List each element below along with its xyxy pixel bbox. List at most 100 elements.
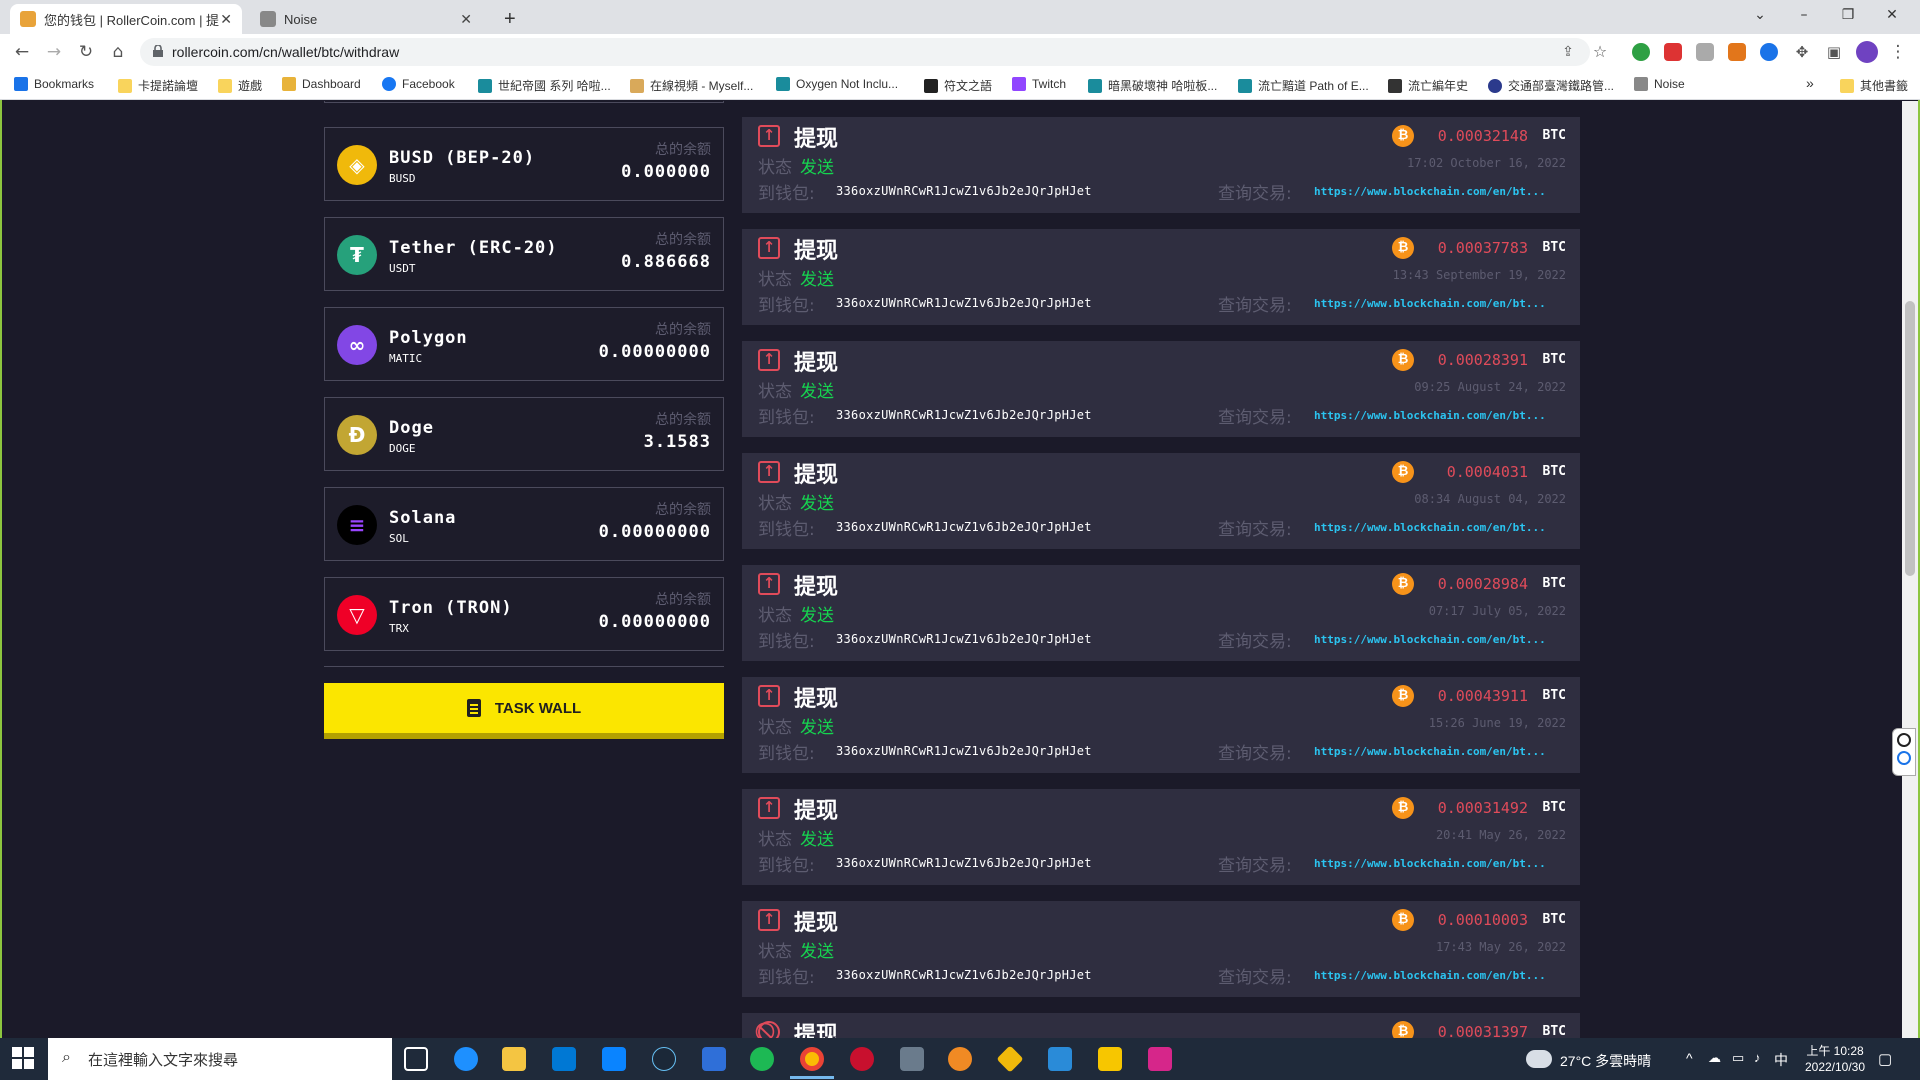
bookmark-item[interactable]: 交通部臺灣鐵路管... (1488, 77, 1614, 94)
tab-noise[interactable]: Noise ✕ (250, 4, 482, 34)
chrome-icon[interactable] (800, 1047, 824, 1071)
close-window-button[interactable]: ✕ (1870, 0, 1914, 30)
currency-label: BTC (1542, 240, 1566, 255)
store-icon[interactable] (552, 1047, 576, 1071)
new-tab-button[interactable]: + (494, 4, 526, 34)
metamask-icon[interactable] (1728, 43, 1746, 61)
coin-card-usdt[interactable]: ₮ Tether (ERC-20) USDT 总的余额 0.886668 (324, 217, 724, 291)
withdraw-arrow-icon: ↑ (758, 685, 780, 707)
forward-icon[interactable]: → (42, 40, 66, 64)
extension-green-icon[interactable] (1632, 43, 1650, 61)
wallet-address: 336oxzUWnRCwR1JcwZ1v6Jb2eJQrJpHJet (836, 744, 1092, 758)
ime-indicator[interactable]: 中 (1774, 1050, 1788, 1070)
reload-icon[interactable]: ↻ (74, 40, 98, 64)
windows-taskbar: ⌕ 在這裡輸入文字來搜尋 27°C 多雲時晴 ^ ☁ ▭ ♪ 中 上午 10:2… (0, 1038, 1920, 1080)
pink-app-icon[interactable] (1148, 1047, 1172, 1071)
bookmark-item[interactable]: 在線視頻 - Myself... (630, 77, 753, 94)
windows-start-icon[interactable] (12, 1047, 36, 1071)
more-bookmarks-icon[interactable]: » (1806, 75, 1814, 91)
blue-app-icon[interactable] (1048, 1047, 1072, 1071)
file-explorer-icon[interactable] (502, 1047, 526, 1071)
tab-search-icon[interactable]: ⌄ (1738, 0, 1782, 30)
menu-dots-icon[interactable]: ⋮ (1886, 40, 1910, 64)
blockchain-link[interactable]: https://www.blockchain.com/en/bt... (1314, 969, 1546, 982)
extension-red-icon[interactable] (1664, 43, 1682, 61)
back-icon[interactable]: ← (10, 40, 34, 64)
bookmark-item[interactable]: 卡提諾論壇 (118, 77, 198, 94)
wallet-address: 336oxzUWnRCwR1JcwZ1v6Jb2eJQrJpHJet (836, 856, 1092, 870)
onedrive-icon[interactable]: ☁ (1708, 1050, 1721, 1066)
spotify-icon[interactable] (750, 1047, 774, 1071)
mail-icon[interactable] (602, 1047, 626, 1071)
bookmark-item[interactable]: 世紀帝國 系列 哈啦... (478, 77, 611, 94)
query-label: 查询交易: (1218, 744, 1292, 764)
home-icon[interactable]: ⌂ (106, 40, 130, 64)
task-view-icon[interactable] (404, 1047, 428, 1071)
restore-button[interactable]: ❐ (1826, 0, 1870, 30)
bookmark-item[interactable]: Facebook (382, 77, 455, 91)
close-tab-icon[interactable]: ✕ (220, 11, 232, 28)
steam-icon[interactable] (652, 1047, 676, 1071)
minimize-button[interactable]: – (1782, 0, 1826, 30)
coin-card-doge[interactable]: Ð Doge DOGE 总的余额 3.1583 (324, 397, 724, 471)
orange-app-icon[interactable] (948, 1047, 972, 1071)
bookmark-item[interactable]: Twitch (1012, 77, 1066, 91)
bookmark-item[interactable]: Oxygen Not Inclu... (776, 77, 898, 91)
bookmark-item[interactable]: 暗黑破壞神 哈啦板... (1088, 77, 1217, 94)
page-scrollbar[interactable] (1902, 101, 1918, 1038)
bookmark-item[interactable]: 符文之語 (924, 77, 992, 94)
status-label: 状态 (758, 158, 792, 178)
side-widget[interactable] (1892, 728, 1916, 776)
network-icon[interactable]: ▭ (1732, 1050, 1744, 1066)
calculator-icon[interactable] (900, 1047, 924, 1071)
task-wall-button[interactable]: TASK WALL (324, 683, 724, 739)
extension-blue-icon[interactable] (1760, 43, 1778, 61)
extensions-puzzle-icon[interactable]: ✥ (1790, 40, 1814, 64)
blockchain-link[interactable]: https://www.blockchain.com/en/bt... (1314, 633, 1546, 646)
widget-option-icon[interactable] (1897, 751, 1911, 765)
share-icon[interactable]: ⇪ (1556, 40, 1580, 64)
close-widget-icon[interactable] (1897, 733, 1911, 747)
weather-text[interactable]: 27°C 多雲時晴 (1560, 1051, 1651, 1071)
yellow-app-icon[interactable] (1098, 1047, 1122, 1071)
side-panel-icon[interactable]: ▣ (1822, 40, 1846, 64)
tray-chevron-icon[interactable]: ^ (1686, 1050, 1693, 1066)
blockchain-link[interactable]: https://www.blockchain.com/en/bt... (1314, 521, 1546, 534)
scrollbar-thumb[interactable] (1905, 301, 1915, 576)
bookmark-item[interactable]: Bookmarks (14, 77, 94, 91)
other-bookmarks-folder[interactable]: 其他書籤 (1840, 77, 1908, 94)
bookmark-star-icon[interactable]: ☆ (1588, 40, 1612, 64)
blockchain-link[interactable]: https://www.blockchain.com/en/bt... (1314, 297, 1546, 310)
bookmark-item[interactable]: 流亡黯道 Path of E... (1238, 77, 1369, 94)
bookmark-item[interactable]: Noise (1634, 77, 1685, 91)
withdraw-amount: 0.00037783 (1437, 239, 1528, 257)
bookmark-item[interactable]: 流亡編年史 (1388, 77, 1468, 94)
blockchain-link[interactable]: https://www.blockchain.com/en/bt... (1314, 857, 1546, 870)
bookmark-item[interactable]: Dashboard (282, 77, 361, 91)
query-label: 查询交易: (1218, 520, 1292, 540)
address-bar[interactable]: rollercoin.com/cn/wallet/btc/withdraw (140, 38, 1590, 66)
volume-icon[interactable]: ♪ (1754, 1050, 1761, 1065)
coin-card-busd[interactable]: ◈ BUSD (BEP-20) BUSD 总的余额 0.000000 (324, 127, 724, 201)
tab-rollercoin[interactable]: 您的钱包 | RollerCoin.com | 提现 ✕ (10, 4, 242, 34)
blockchain-link[interactable]: https://www.blockchain.com/en/bt... (1314, 745, 1546, 758)
edge-icon[interactable] (454, 1047, 478, 1071)
profile-avatar[interactable] (1856, 41, 1878, 63)
coin-card-partial (324, 101, 724, 103)
blockchain-link[interactable]: https://www.blockchain.com/en/bt... (1314, 185, 1546, 198)
notification-icon[interactable]: ▢ (1878, 1050, 1892, 1068)
blockchain-link[interactable]: https://www.blockchain.com/en/bt... (1314, 409, 1546, 422)
coin-card-trx[interactable]: ▽ Tron (TRON) TRX 总的余额 0.00000000 (324, 577, 724, 651)
extension-gray-icon[interactable] (1696, 43, 1714, 61)
clock-date[interactable]: 2022/10/30 (1800, 1060, 1870, 1074)
withdrawal-item: ↑ 提现 ₿ 0.00043911 BTC 15:26 June 19, 2022 状态 发送… (742, 677, 1580, 773)
coin-card-matic[interactable]: ∞ Polygon MATIC 总的余额 0.00000000 (324, 307, 724, 381)
clock-time[interactable]: 上午 10:28 (1800, 1042, 1870, 1059)
taskbar-search-input[interactable]: ⌕ 在這裡輸入文字來搜尋 (48, 1038, 392, 1080)
close-tab-icon[interactable]: ✕ (460, 11, 472, 28)
shield-app-icon[interactable] (702, 1047, 726, 1071)
coin-card-sol[interactable]: ≡ Solana SOL 总的余额 0.00000000 (324, 487, 724, 561)
bookmark-item[interactable]: 遊戲 (218, 77, 262, 94)
binance-icon[interactable] (996, 1045, 1024, 1073)
red-app-icon[interactable] (850, 1047, 874, 1071)
